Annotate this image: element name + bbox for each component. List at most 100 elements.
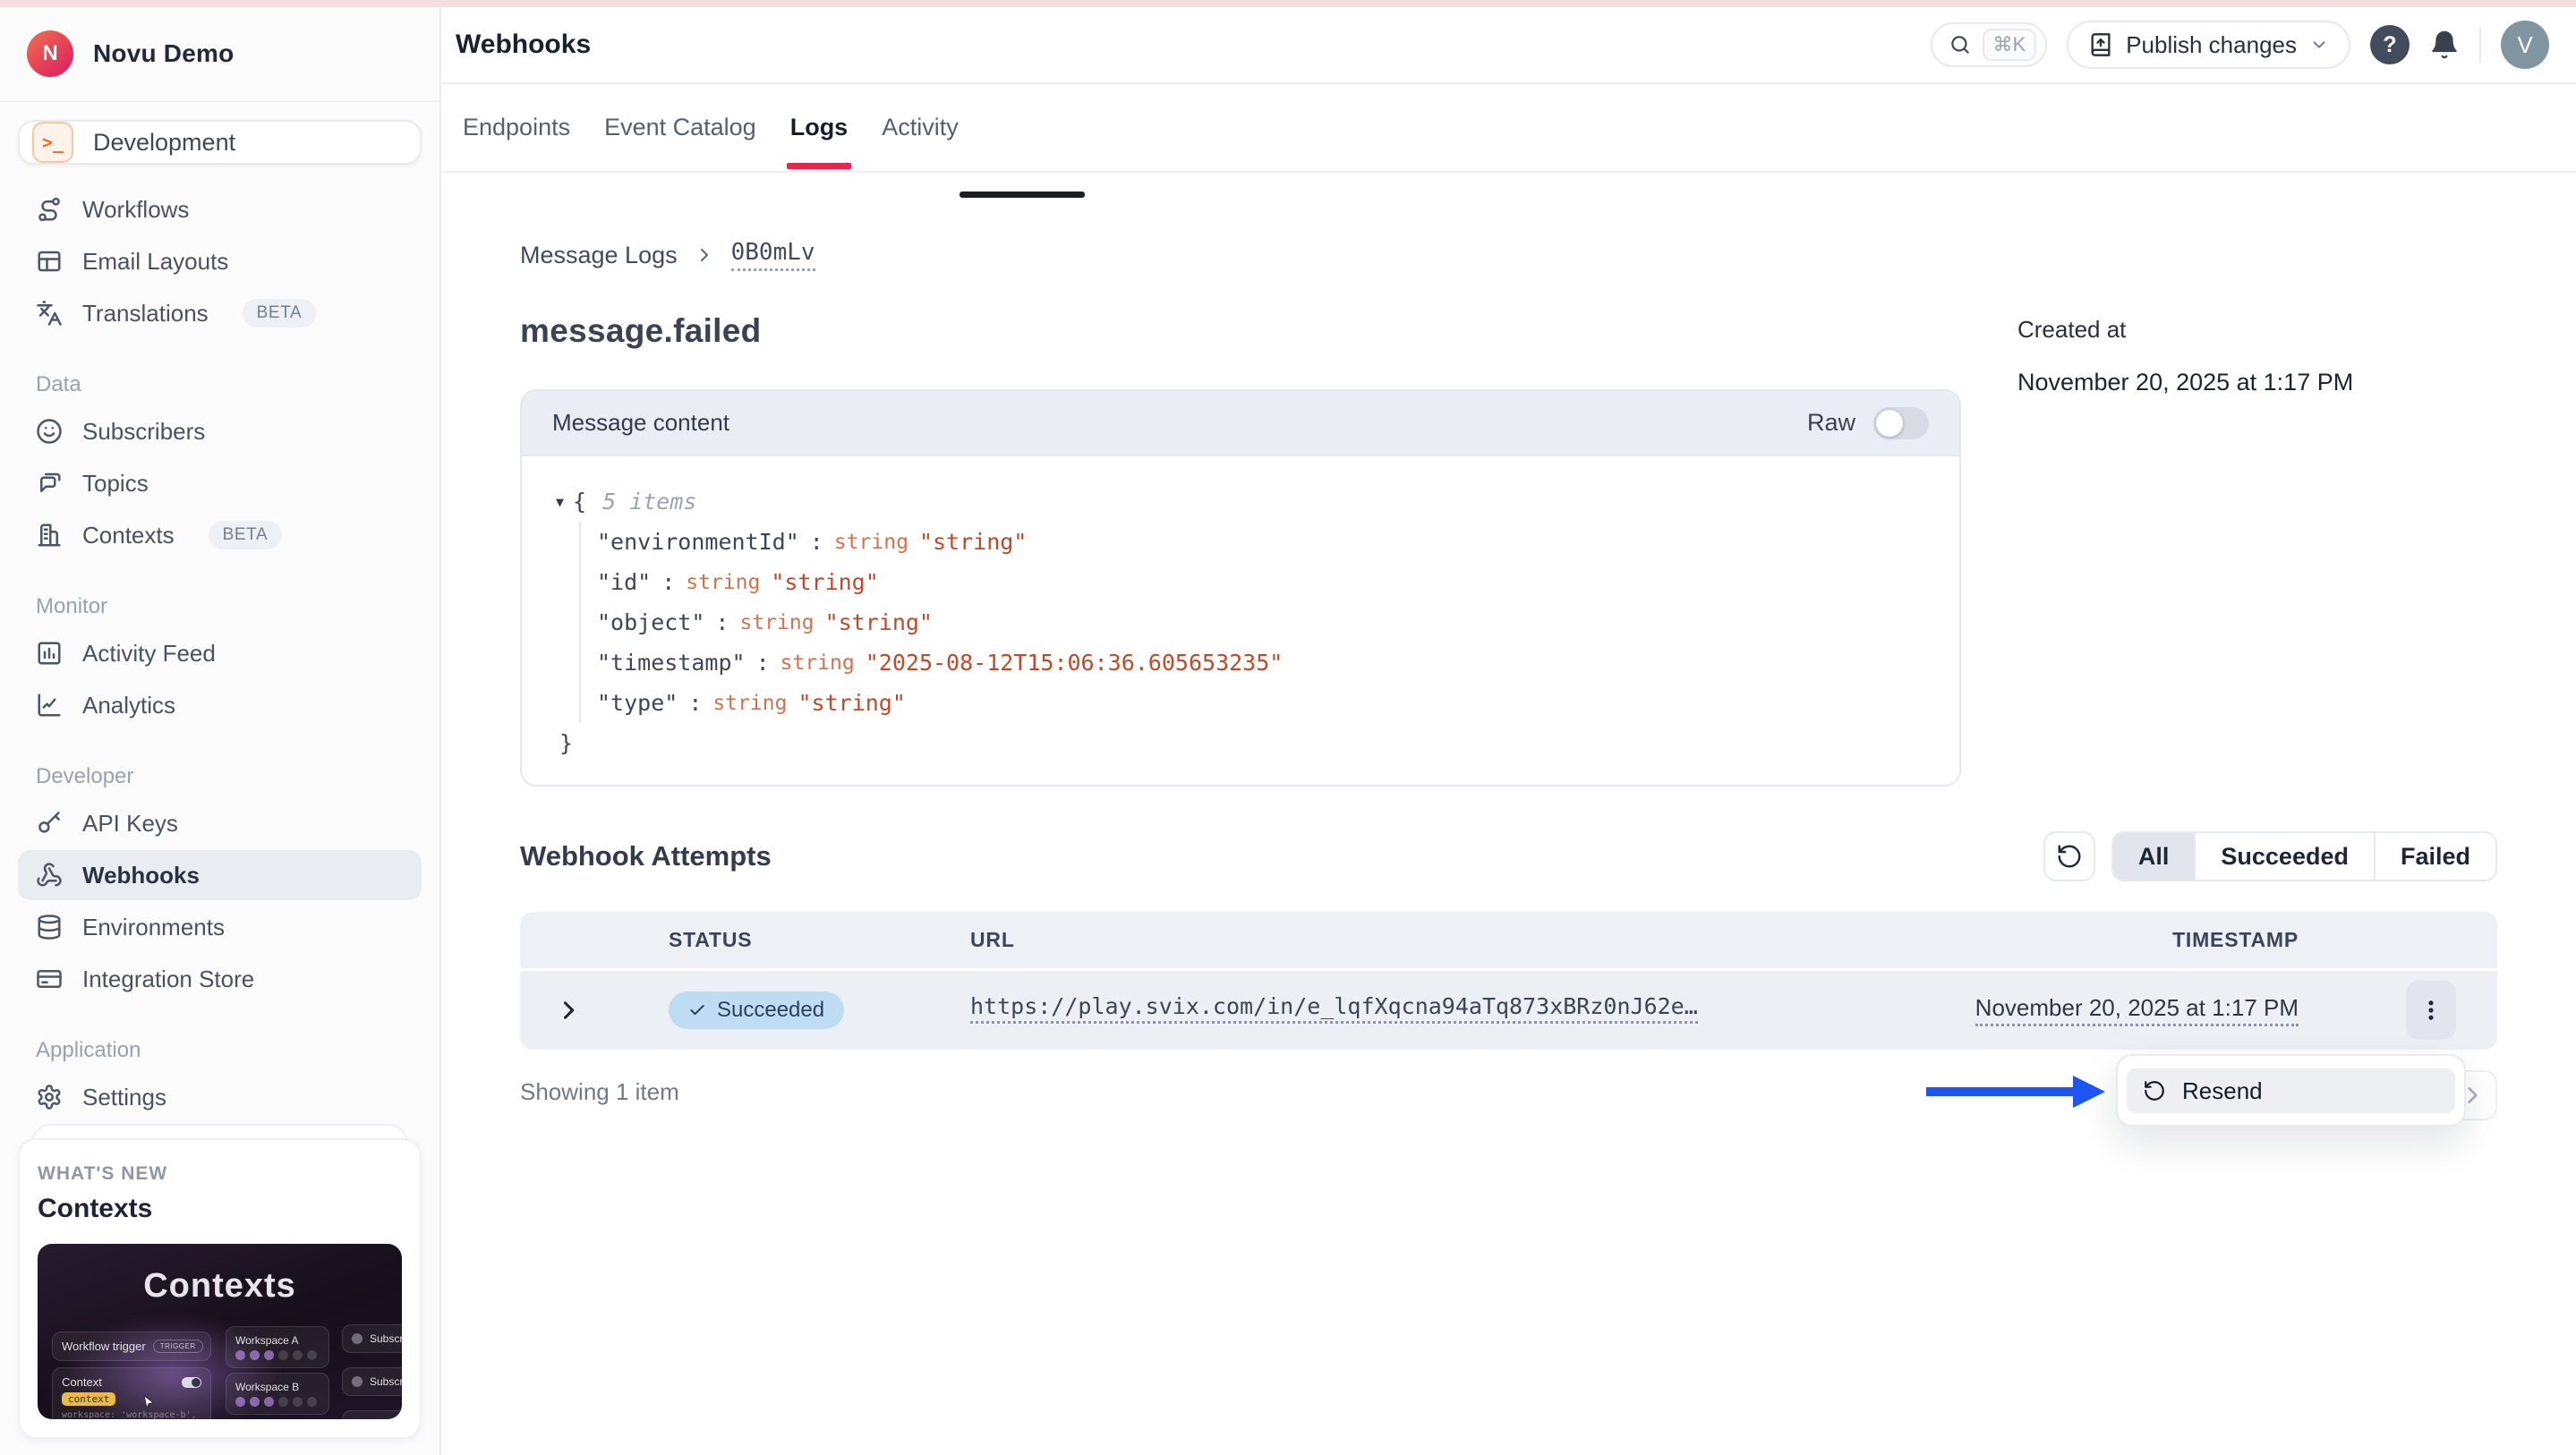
whats-new-card[interactable]: WHAT'S NEW Contexts Contexts Workflow tr… [18,1138,422,1439]
filter-all[interactable]: All [2113,833,2195,880]
sidebar-item-label: Contexts [82,522,175,549]
sidebar-item-label: Email Layouts [82,248,228,276]
tab-endpoints[interactable]: Endpoints [463,84,570,171]
refresh-button[interactable] [2043,831,2095,881]
breadcrumb-message-logs[interactable]: Message Logs [520,242,678,269]
app-root: N Novu Demo >_ Development Workflows Ema… [0,7,2576,1455]
breadcrumb-message-id[interactable]: 0B0mLv [731,239,815,271]
row-kebab-menu-icon[interactable] [2406,981,2456,1040]
search-button[interactable]: ⌘K [1931,22,2048,67]
url-cell: https://play.svix.com/in/e_lqfXqcna94aTq… [941,993,1944,1028]
status-filter-group: All Succeeded Failed [2111,831,2497,881]
subscriber-label: Subscriber [370,1375,402,1388]
sidebar-item-subscribers[interactable]: Subscribers [18,406,422,456]
sidebar-item-label: Analytics [82,692,175,719]
message-content-card: Message content Raw ▼ { 5 items [520,389,1961,787]
terminal-icon: >_ [32,122,73,163]
json-root-line[interactable]: ▼ { 5 items [556,481,1925,522]
sidebar-item-translations[interactable]: Translations BETA [18,288,422,338]
sidebar-item-label: Workflows [82,196,189,224]
message-content-header: Message content Raw [522,391,1959,456]
subscriber-panel: Subscriber [342,1324,402,1353]
context-chip: context [62,1392,115,1406]
user-avatar[interactable]: V [2501,21,2549,69]
book-up-icon [2088,32,2113,57]
timestamp-link[interactable]: November 20, 2025 at 1:17 PM [1975,994,2299,1026]
json-children: "environmentId":string"string" "id":stri… [579,522,1925,723]
json-type: string [712,692,787,715]
webhook-url-link[interactable]: https://play.svix.com/in/e_lqfXqcna94aTq… [970,993,1698,1024]
sidebar-item-label: Integration Store [82,966,254,993]
database-icon [36,914,63,940]
sidebar-item-label: Topics [82,470,149,498]
media-title: Contexts [38,1267,402,1306]
sidebar-item-contexts[interactable]: Contexts BETA [18,510,422,560]
sidebar: N Novu Demo >_ Development Workflows Ema… [0,7,441,1455]
sidebar-item-settings[interactable]: Settings [18,1072,422,1122]
sidebar-item-label: Activity Feed [82,640,216,668]
json-field: "object":string"string" [597,602,1925,642]
tab-event-catalog[interactable]: Event Catalog [604,84,756,171]
json-field: "environmentId":string"string" [597,522,1925,562]
environment-switcher[interactable]: >_ Development [18,120,422,165]
expand-row-chevron-icon[interactable] [520,998,645,1023]
sidebar-item-email-layouts[interactable]: Email Layouts [18,236,422,286]
json-colon: : [810,529,823,555]
column-status: STATUS [645,928,941,952]
sidebar-item-topics[interactable]: Topics [18,458,422,508]
sidebar-nav: Workflows Email Layouts Translations BET… [0,165,439,1124]
bar-chart-icon [36,640,63,667]
sidebar-item-activity-feed[interactable]: Activity Feed [18,628,422,678]
tab-activity[interactable]: Activity [882,84,959,171]
beta-badge: BETA [243,299,317,328]
json-field: "id":string"string" [597,562,1925,602]
attempts-controls: All Succeeded Failed [2043,831,2497,881]
sidebar-item-label: Subscribers [82,418,205,446]
json-key: "environmentId" [597,529,799,555]
table-header: STATUS URL TIMESTAMP [520,912,2497,971]
resend-menu-item[interactable]: Resend [2127,1068,2455,1113]
publish-changes-button[interactable]: Publish changes [2067,21,2350,69]
collapse-triangle-icon[interactable]: ▼ [556,494,564,510]
cursor-icon [141,1394,158,1415]
sidebar-item-webhooks[interactable]: Webhooks [18,850,422,900]
sidebar-item-analytics[interactable]: Analytics [18,680,422,730]
sidebar-section-data: Data [18,372,422,397]
toggle-knob [1876,410,1903,437]
chevron-right-icon [694,244,715,266]
sidebar-item-api-keys[interactable]: API Keys [18,798,422,848]
items-count: 5 items [602,489,696,515]
raw-toggle[interactable] [1873,407,1929,439]
actions-cell [2365,981,2497,1040]
filter-succeeded[interactable]: Succeeded [2194,833,2374,880]
json-type: string [686,571,760,594]
breadcrumb: Message Logs 0B0mLv [520,239,2497,271]
help-button[interactable]: ? [2370,25,2410,64]
org-name: Novu Demo [93,39,234,68]
json-field: "timestamp":string"2025-08-12T15:06:36.6… [597,642,1925,683]
sidebar-item-workflows[interactable]: Workflows [18,184,422,234]
tab-logs[interactable]: Logs [790,84,849,171]
subscriber-panel: Subscriber [342,1367,402,1396]
workspace-a-panel: Workspace A [226,1326,329,1368]
notifications-bell-icon[interactable] [2429,30,2460,60]
check-icon [688,1001,706,1019]
filter-failed[interactable]: Failed [2374,833,2495,880]
json-close-line: } [559,723,1925,763]
sidebar-item-label: Webhooks [82,862,200,889]
sidebar-item-integration-store[interactable]: Integration Store [18,954,422,1004]
org-switcher[interactable]: N Novu Demo [0,7,439,102]
credit-card-icon [36,966,63,992]
json-type: string [780,651,855,675]
layout-icon [36,248,63,275]
created-at-label: Created at [2017,316,2353,344]
json-colon: : [661,569,675,595]
message-type-title: message.failed [520,312,1961,350]
sidebar-item-environments[interactable]: Environments [18,902,422,952]
json-value: "string" [798,690,905,716]
whats-new-section: WHAT'S NEW Contexts Contexts Workflow tr… [0,1124,439,1455]
whats-new-media[interactable]: Contexts Workflow trigger TRIGGER Contex… [38,1244,402,1419]
topbar: Webhooks ⌘K Publish changes [441,7,2576,84]
webhook-icon [36,862,63,889]
row-context-menu: Resend [2116,1054,2466,1127]
